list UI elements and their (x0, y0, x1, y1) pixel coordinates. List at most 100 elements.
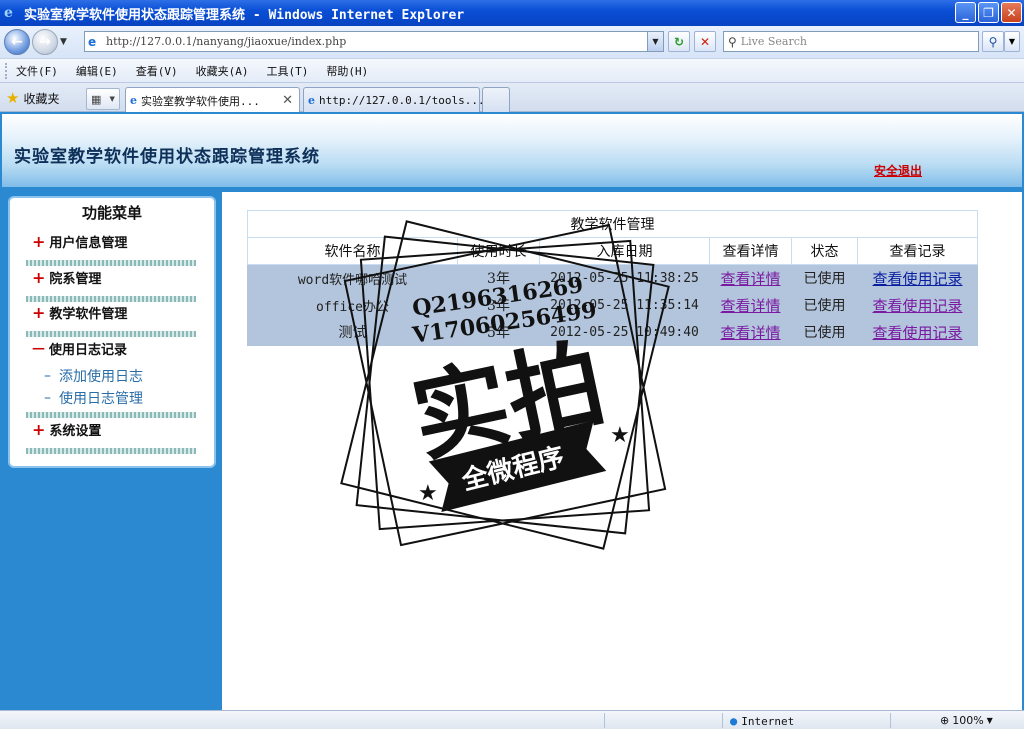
table-row: office办公 3年 2012-05-25 11:35:14 查看详情 已使用… (247, 291, 978, 319)
cell-date: 2012-05-25 11:35:14 (539, 291, 710, 319)
menu-item-add-log[interactable]: – 添加使用日志 (44, 366, 143, 386)
zone-label: Internet (741, 714, 795, 728)
cell-name: word软件哪哈测试 (247, 264, 458, 292)
expand-icon: + (32, 420, 46, 439)
globe-icon: ● (730, 714, 738, 728)
table-row: word软件哪哈测试 3年 2012-05-25 11:38:25 查看详情 已… (247, 264, 978, 292)
address-toolbar: ← → ▼ e http://127.0.0.1/nanyang/jiaoxue… (0, 26, 1024, 58)
chevron-down-icon: ▼ (109, 95, 115, 103)
security-zone[interactable]: ● Internet (730, 714, 794, 728)
new-tab-button[interactable] (482, 87, 510, 113)
col-header-detail: 查看详情 (709, 237, 792, 265)
view-detail-link[interactable]: 查看详情 (720, 270, 780, 288)
quick-tabs-button[interactable]: ▦ ▼ (86, 88, 120, 110)
view-record-link[interactable]: 查看使用记录 (872, 270, 962, 288)
menu-title: 功能菜单 (81, 204, 142, 222)
cell-name: office办公 (247, 291, 458, 319)
menu-tools[interactable]: 工具(T) (267, 63, 309, 79)
logout-link[interactable]: 安全退出 (874, 162, 922, 179)
maximize-button[interactable]: ❐ (978, 2, 999, 23)
stop-button[interactable]: ✕ (694, 31, 716, 52)
cell-duration: 3年 (457, 264, 540, 292)
menu-group-users[interactable]: + 用户信息管理 (32, 232, 127, 251)
window-title: 实验室教学软件使用状态跟踪管理系统 - Windows Internet Exp… (24, 7, 465, 23)
col-header-name: 软件名称 (247, 237, 458, 265)
tab-label: 实验室教学软件使用... (141, 94, 260, 108)
ie-tab-icon: e (130, 94, 137, 107)
tab-inactive[interactable]: e http://127.0.0.1/tools... (303, 87, 485, 113)
table-header-row: 软件名称 使用时长 入库日期 查看详情 状态 查看记录 (247, 237, 978, 265)
url-text[interactable]: http://127.0.0.1/nanyang/jiaoxue/index.p… (106, 35, 346, 48)
refresh-icon: ↻ (673, 34, 685, 49)
cell-duration: 5年 (457, 318, 540, 346)
col-header-duration: 使用时长 (457, 237, 540, 265)
menu-view[interactable]: 查看(V) (136, 63, 178, 79)
zoom-icon: ⊕ (940, 714, 950, 727)
view-detail-link[interactable]: 查看详情 (720, 324, 780, 342)
cell-status: 已使用 (791, 318, 858, 346)
address-field[interactable]: e http://127.0.0.1/nanyang/jiaoxue/index… (84, 31, 664, 52)
menu-favorites[interactable]: 收藏夹(A) (196, 63, 249, 79)
menu-divider (26, 296, 196, 302)
close-tab-icon[interactable]: ✕ (282, 93, 293, 108)
address-dropdown-icon[interactable]: ▼ (647, 32, 663, 51)
tab-label: http://127.0.0.1/tools... (319, 94, 485, 107)
expand-icon: + (32, 268, 46, 287)
search-input[interactable]: ⚲ Live Search (723, 31, 979, 52)
window-controls: _ ❐ ✕ (955, 2, 1022, 23)
cell-date: 2012-05-25 10:49:40 (539, 318, 710, 346)
favorites-button[interactable]: ★ 收藏夹 (6, 89, 59, 107)
collapse-icon: — (32, 341, 45, 356)
menu-bar: 文件(F) 编辑(E) 查看(V) 收藏夹(A) 工具(T) 帮助(H) (0, 58, 1024, 82)
main-panel: 教学软件管理 软件名称 使用时长 入库日期 查看详情 状态 查看记录 word软… (222, 192, 1022, 710)
chevron-down-icon: ▼ (1008, 37, 1016, 46)
menu-file[interactable]: 文件(F) (16, 63, 58, 79)
cell-status: 已使用 (791, 264, 858, 292)
menu-divider (26, 260, 196, 266)
expand-icon: + (32, 232, 46, 251)
back-button[interactable]: ← (4, 29, 30, 55)
zoom-control[interactable]: ⊕ 100% ▼ (940, 714, 993, 727)
window-titlebar: e 实验室教学软件使用状态跟踪管理系统 - Windows Internet E… (0, 0, 1024, 26)
refresh-button[interactable]: ↻ (668, 31, 690, 52)
site-title: 实验室教学软件使用状态跟踪管理系统 (14, 147, 320, 167)
forward-button[interactable]: → (32, 29, 58, 55)
cell-date: 2012-05-25 11:38:25 (539, 264, 710, 292)
history-dropdown-icon[interactable]: ▼ (60, 37, 67, 47)
page-content: 实验室教学软件使用状态跟踪管理系统 安全退出 功能菜单 + 用户信息管理 + 院… (0, 112, 1024, 710)
software-table: 教学软件管理 软件名称 使用时长 入库日期 查看详情 状态 查看记录 word软… (247, 210, 978, 346)
cell-status: 已使用 (791, 291, 858, 319)
page-icon: e (88, 34, 97, 49)
view-record-link[interactable]: 查看使用记录 (872, 297, 962, 315)
view-detail-link[interactable]: 查看详情 (720, 297, 780, 315)
cell-name: 测试 (247, 318, 458, 346)
menu-group-departments[interactable]: + 院系管理 (32, 268, 101, 287)
menu-group-software[interactable]: + 教学软件管理 (32, 303, 127, 322)
grid-icon: ▦ (91, 92, 102, 106)
col-header-status: 状态 (791, 237, 858, 265)
favorites-label: 收藏夹 (23, 91, 60, 106)
ie-logo-icon: e (4, 5, 13, 21)
menu-group-label: 使用日志记录 (49, 343, 128, 358)
ie-tab-icon: e (308, 94, 315, 107)
col-header-record: 查看记录 (857, 237, 978, 265)
menu-edit[interactable]: 编辑(E) (76, 63, 118, 79)
minimize-button[interactable]: _ (955, 2, 976, 23)
function-menu: 功能菜单 + 用户信息管理 + 院系管理 + 教学软件管理 — 使用日志记录 – (8, 196, 216, 468)
star-icon: ★ (6, 89, 20, 107)
view-record-link[interactable]: 查看使用记录 (872, 324, 962, 342)
menu-group-label: 教学软件管理 (49, 307, 128, 322)
table-row: 测试 5年 2012-05-25 10:49:40 查看详情 已使用 查看使用记… (247, 318, 978, 346)
bullet-dash-icon: – (44, 368, 51, 384)
menu-group-settings[interactable]: + 系统设置 (32, 420, 101, 439)
menu-help[interactable]: 帮助(H) (326, 63, 368, 79)
menu-item-label: 使用日志管理 (59, 391, 143, 407)
search-go-button[interactable]: ⚲ (982, 31, 1004, 52)
tab-active[interactable]: e 实验室教学软件使用... ✕ (125, 87, 300, 113)
close-window-button[interactable]: ✕ (1001, 2, 1022, 23)
cell-duration: 3年 (457, 291, 540, 319)
menu-group-label: 院系管理 (49, 272, 102, 287)
search-options-button[interactable]: ▼ (1004, 31, 1020, 52)
menu-item-manage-log[interactable]: – 使用日志管理 (44, 388, 143, 408)
menu-group-usage-log[interactable]: — 使用日志记录 (32, 339, 127, 358)
